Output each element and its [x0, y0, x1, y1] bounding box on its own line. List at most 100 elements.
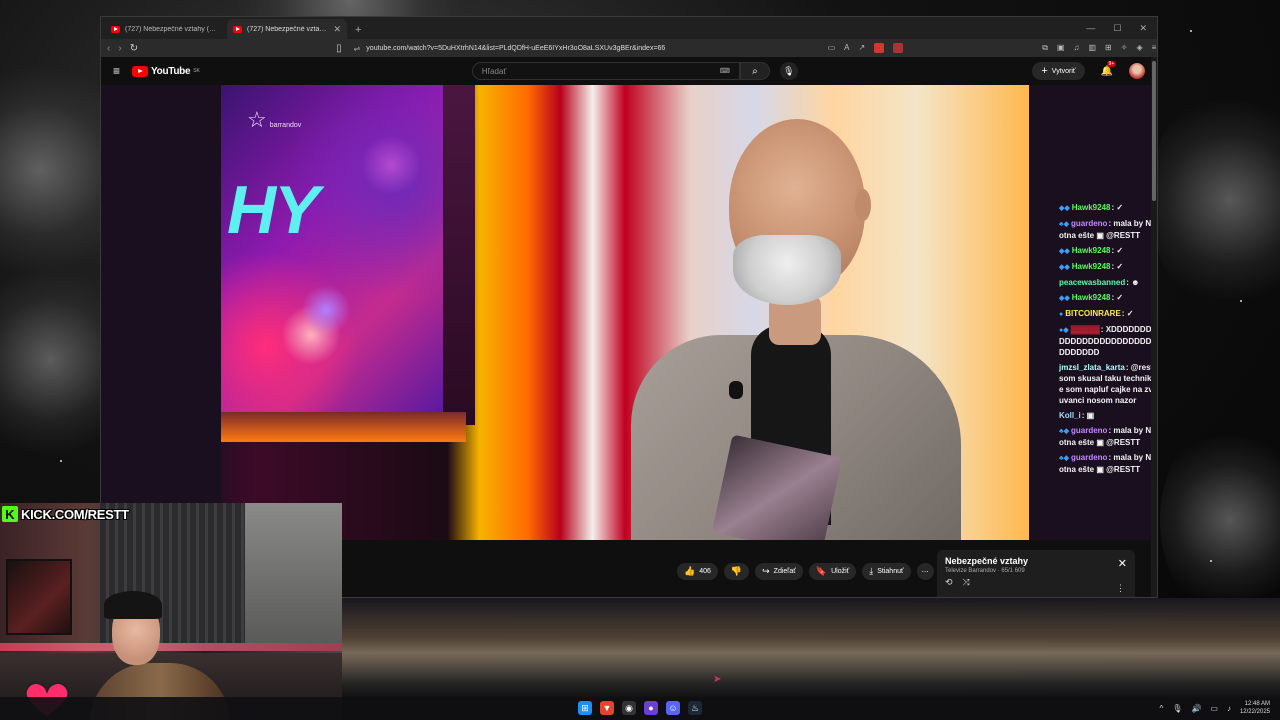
chat-text: ▣	[1086, 411, 1095, 420]
more-actions-button[interactable]: ⋯	[916, 563, 934, 580]
playlist-menu-icon[interactable]: ⋮	[1116, 583, 1125, 594]
share-page-icon[interactable]: ↗	[859, 43, 866, 53]
voice-search-button[interactable]: 🎙	[779, 62, 798, 80]
loop-icon[interactable]: ⟲	[945, 577, 953, 588]
chat-text: ✓	[1116, 246, 1124, 255]
search-button[interactable]: ⌕	[739, 62, 770, 80]
obs-icon[interactable]: ◉	[622, 701, 636, 715]
minimize-button[interactable]: —	[1086, 23, 1095, 34]
tab-close-icon[interactable]: ✕	[333, 24, 341, 35]
chat-username[interactable]: guardeno	[1071, 453, 1107, 462]
chat-username[interactable]: peacewasbanned	[1059, 278, 1125, 287]
windows-start-icon[interactable]: ⊞	[578, 701, 592, 715]
bookmark-icon[interactable]: ▯	[336, 43, 342, 54]
speaker-icon[interactable]: ♪	[1227, 704, 1231, 713]
music-icon[interactable]: ♫	[1073, 43, 1079, 53]
new-tab-button[interactable]: +	[349, 24, 367, 39]
streamer-cap	[104, 591, 162, 619]
forward-icon[interactable]: ›	[118, 43, 121, 54]
microphone-tray-icon[interactable]: 🎙	[1172, 704, 1182, 713]
translate-icon[interactable]: A	[844, 43, 849, 53]
chat-overlay: ◆◆Hawk9248: ✓ ♣◆guardeno: mala by Naty za…	[1059, 202, 1157, 479]
chat-message: ◆◆ Hawk9248: ✓	[1059, 202, 1157, 214]
playlist-panel: Nebezpečné vztahy Televize Barrandov · 6…	[937, 550, 1135, 597]
tab-groups-icon[interactable]: ⊞	[1105, 43, 1112, 53]
chat-username[interactable]: guardeno	[1071, 219, 1107, 228]
shuffle-icon[interactable]: ⤨	[963, 577, 970, 588]
plus-icon: +	[1041, 64, 1048, 77]
chat-username[interactable]: Hawk9248	[1072, 293, 1111, 302]
mouse-cursor-icon: ➤	[713, 674, 722, 685]
dislike-button[interactable]: 👎	[723, 563, 750, 580]
notifications-button[interactable]: 🔔 9+	[1101, 60, 1117, 77]
discord-icon[interactable]: ☺	[666, 701, 680, 715]
wallpaper-cloud	[1160, 420, 1280, 620]
playlist-controls: ⟲ ⤨	[945, 577, 1127, 588]
close-window-button[interactable]: ✕	[1139, 23, 1147, 34]
share-button[interactable]: ↪ Zdieľať	[755, 563, 803, 580]
chat-badge-icon: ♣◆	[1059, 455, 1069, 462]
studio-screen: ☆ barrandov HY	[221, 85, 443, 412]
guest-beard	[733, 235, 841, 305]
chat-username[interactable]: Hawk9248	[1072, 262, 1111, 271]
rewards-icon[interactable]	[893, 43, 904, 53]
tray-overflow-icon[interactable]: ^	[1160, 704, 1164, 713]
wallpaper-nebula	[340, 598, 1280, 698]
app-purple-icon[interactable]: ●	[644, 701, 658, 715]
browser-tab-1[interactable]: (727) Nebezpečné vztahy (2025/13)	[105, 19, 225, 39]
wallet-icon[interactable]: ▣	[1057, 43, 1065, 53]
chat-username[interactable]: Koll_i	[1059, 411, 1081, 420]
url-text: youtube.com/watch?v=5DuHXtrhN14&list=PLd…	[366, 44, 666, 52]
youtube-favicon-icon	[111, 25, 120, 33]
system-clock[interactable]: 12:48 AM 12/22/2025	[1240, 700, 1270, 716]
account-avatar[interactable]	[1129, 63, 1145, 79]
url-field[interactable]: ⇌ youtube.com/watch?v=5DuHXtrhN14&list=P…	[350, 41, 820, 55]
extensions-icon[interactable]: ⧉	[1042, 43, 1048, 53]
steam-icon[interactable]: ♨	[688, 701, 702, 715]
chat-badge-icon: ●	[1059, 311, 1064, 318]
guest-ear	[855, 189, 871, 221]
guide-menu-icon[interactable]: ≡	[113, 64, 120, 78]
thumbs-up-icon: 👍	[684, 566, 696, 576]
back-icon[interactable]: ‹	[107, 43, 110, 54]
chat-username[interactable]: guardeno	[1071, 426, 1107, 435]
brave-browser-icon[interactable]: ▼	[600, 701, 614, 715]
save-button[interactable]: 🔖 Uložiť	[808, 563, 857, 580]
video-player[interactable]: ☆ barrandov HY ◆◆ Hawk9248: ✓ ♣◆ guardeno: …	[101, 85, 1157, 540]
wall-poster	[6, 559, 72, 635]
site-info-icon[interactable]: ⇌	[354, 44, 361, 53]
keyboard-icon[interactable]: ⌨	[720, 67, 730, 75]
volume-icon[interactable]: 🔊	[1191, 704, 1201, 713]
network-icon[interactable]: ▭	[1210, 704, 1218, 713]
action-buttons: 👍 406 👎 ↪ Zdieľať 🔖 Uložiť ⤓ Stiahnuť ⋯	[677, 563, 934, 580]
clock-date: 12/22/2025	[1239, 709, 1270, 715]
download-button[interactable]: ⤓ Stiahnuť	[862, 563, 911, 580]
like-count: 406	[699, 568, 711, 575]
page-scrollbar[interactable]	[1151, 57, 1157, 597]
youtube-logo[interactable]: YouTube SK	[132, 65, 200, 77]
browser-tab-2[interactable]: (727) Nebezpečné vztahy (20… ✕	[227, 19, 347, 39]
create-button[interactable]: + Vytvoriť	[1032, 62, 1085, 80]
chat-badge-icon: ◆◆	[1059, 248, 1070, 255]
scrollbar-thumb[interactable]	[1152, 61, 1156, 201]
playlist-title[interactable]: Nebezpečné vztahy	[945, 556, 1127, 566]
chat-username[interactable]: ▓▓▓▓▓	[1071, 325, 1100, 334]
chat-username[interactable]: BITCOINRARE	[1065, 309, 1121, 318]
chat-username[interactable]: Hawk9248	[1072, 246, 1111, 255]
menu-icon[interactable]: ≡	[1152, 43, 1157, 53]
video-frame[interactable]: ☆ barrandov HY	[221, 85, 1029, 540]
chat-username[interactable]: jmzsl_zlata_karta	[1059, 363, 1125, 372]
sidebar-icon[interactable]: ▥	[1088, 43, 1096, 53]
cast-icon[interactable]: ▭	[828, 43, 836, 53]
chat-message: ♣◆guardeno: mala by Naty zajebat ze je t…	[1059, 425, 1157, 448]
leo-icon[interactable]: ✧	[1121, 43, 1128, 53]
brave-shield-icon[interactable]	[874, 43, 885, 53]
maximize-button[interactable]: ☐	[1113, 23, 1121, 34]
chat-username[interactable]: Hawk9248	[1072, 203, 1111, 212]
vpn-icon[interactable]: ◈	[1136, 43, 1142, 53]
search-input[interactable]: Hľadať ⌨	[471, 62, 740, 80]
close-icon[interactable]: ✕	[1118, 557, 1127, 570]
create-label: Vytvoriť	[1051, 67, 1076, 75]
reload-icon[interactable]: ↻	[130, 43, 138, 54]
like-button[interactable]: 👍 406	[677, 563, 718, 580]
